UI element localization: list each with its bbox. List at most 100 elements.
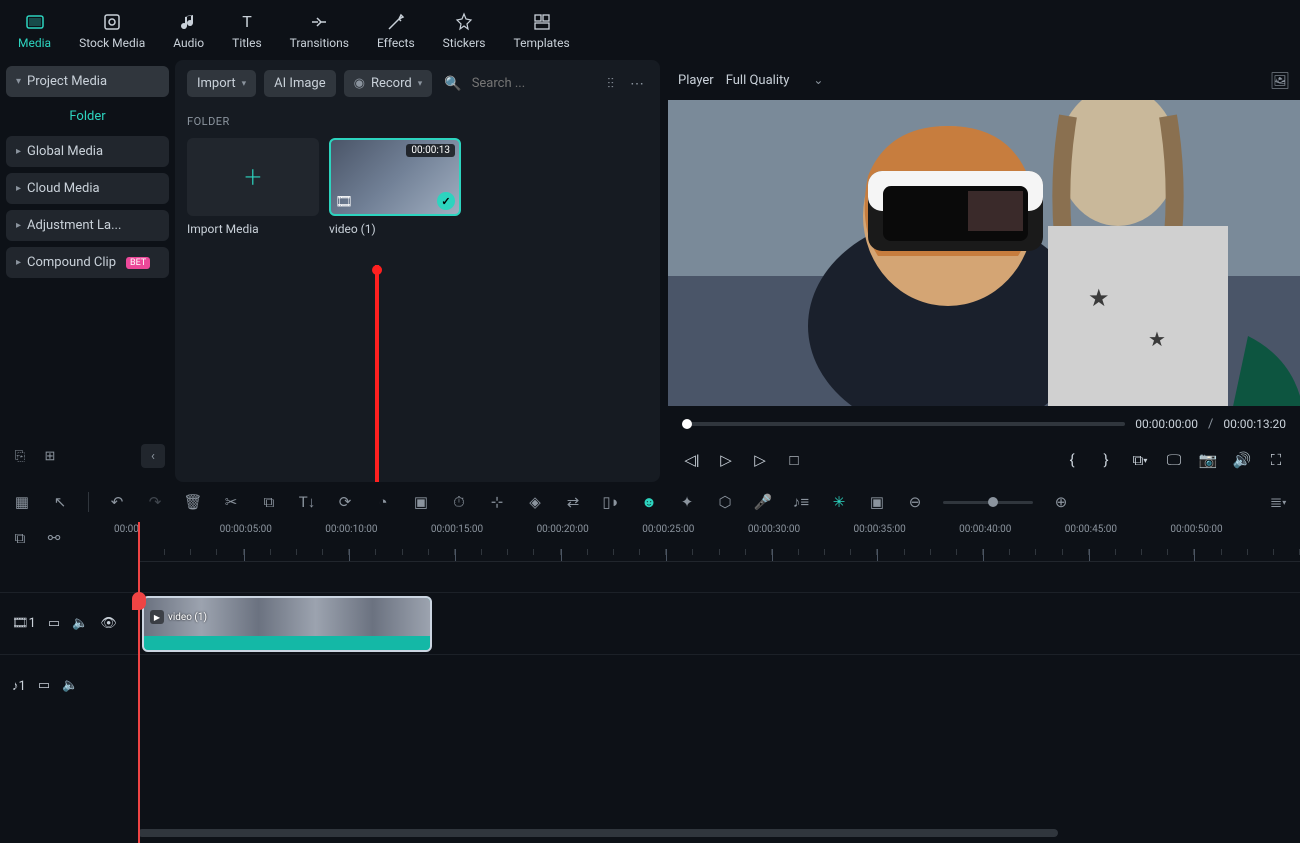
speed-icon[interactable]: ⟳ (335, 492, 355, 512)
media-clip-video-1[interactable]: 00:00:13 🎞 ✓ (329, 138, 461, 216)
tab-media[interactable]: Media (8, 6, 61, 56)
mic-icon[interactable]: 🎤 (753, 492, 773, 512)
sidebar-project-media-label: Project Media (27, 74, 107, 89)
track-mute-icon[interactable]: 🔈 (72, 616, 88, 631)
sidebar: ▾ Project Media Folder Global Media Clou… (0, 60, 175, 482)
sparkle-icon[interactable]: ✦ (677, 492, 697, 512)
chevron-down-icon: ▾ (242, 79, 247, 89)
filter-icon[interactable]: ⫶⫶ (603, 72, 618, 96)
player-progress[interactable] (682, 422, 1125, 426)
current-timecode: 00:00:00:00 (1135, 417, 1198, 431)
sidebar-cloud-media[interactable]: Cloud Media (6, 173, 169, 204)
import-button[interactable]: Import▾ (187, 70, 256, 97)
audio-mix-icon[interactable]: ♪≡ (791, 492, 811, 512)
mark-out-icon[interactable]: } (1096, 450, 1116, 470)
media-clip-label: video (1) (329, 222, 461, 236)
tab-titles[interactable]: T Titles (222, 6, 271, 56)
render-icon[interactable]: ✳ (829, 492, 849, 512)
layout-icon[interactable]: ▦ (12, 492, 32, 512)
marker-icon[interactable]: ⬡ (715, 492, 735, 512)
timeline-ruler[interactable]: 00:0000:00:05:0000:00:10:0000:00:15:0000… (138, 522, 1300, 562)
titles-icon: T (237, 12, 257, 32)
tab-audio[interactable]: Audio (163, 6, 214, 56)
text-tool-icon[interactable]: T↓ (297, 492, 317, 512)
record-button[interactable]: ◉Record▾ (344, 70, 433, 97)
tag-icon[interactable]: ◈ (525, 492, 545, 512)
player-quality-dropdown[interactable]: Full Quality (726, 73, 824, 88)
ai-image-button[interactable]: AI Image (264, 70, 335, 97)
magnet-icon[interactable]: ⧉ (10, 528, 30, 548)
keyframe-icon[interactable]: ▣ (867, 492, 887, 512)
zoom-out-icon[interactable]: ⊖ (905, 492, 925, 512)
collapse-sidebar-button[interactable]: ‹ (141, 444, 165, 468)
prev-frame-icon[interactable]: ◁| (682, 450, 702, 470)
audio-track: ♪1 ▭ 🔈 (0, 654, 1300, 716)
folder-header: FOLDER (187, 115, 648, 128)
search-input[interactable] (472, 76, 592, 91)
trim-icon[interactable]: ⊹ (487, 492, 507, 512)
ai-icon[interactable]: ☻ (639, 492, 659, 512)
zoom-knob[interactable] (988, 497, 998, 507)
link-icon[interactable]: ⚯ (44, 528, 64, 548)
tab-effects[interactable]: Effects (367, 6, 425, 56)
tab-templates[interactable]: Templates (504, 6, 580, 56)
mark-in-icon[interactable]: { (1062, 450, 1082, 470)
camera-icon[interactable]: ▯◗ (601, 492, 621, 512)
tab-transitions-label: Transitions (290, 36, 349, 50)
search-icon[interactable]: 🔍 (440, 72, 465, 96)
import-media-tile[interactable]: + (187, 138, 319, 216)
audio-track-icon[interactable]: ♪1 (12, 678, 26, 694)
timer-icon[interactable]: ⏱ (449, 492, 469, 512)
crop-tool-icon[interactable]: ⧉ (259, 492, 279, 512)
redo-icon[interactable]: ↷ (145, 492, 165, 512)
zoom-slider[interactable] (943, 501, 1033, 504)
new-bin-icon[interactable]: ⊞ (40, 446, 60, 466)
player-viewport[interactable]: ★ ★ (668, 100, 1300, 406)
playhead[interactable] (138, 522, 140, 843)
progress-handle[interactable] (682, 419, 692, 429)
track-view-icon[interactable]: ≣▾ (1268, 492, 1288, 512)
timeline-scrollbar[interactable] (138, 829, 1162, 839)
new-folder-icon[interactable]: ⎘ (10, 446, 30, 466)
more-icon[interactable]: ⋯ (626, 72, 648, 96)
clip-name-label: video (1) (168, 612, 207, 623)
stop-icon[interactable]: □ (784, 450, 804, 470)
sidebar-compound-clip[interactable]: Compound ClipBET (6, 247, 169, 278)
tab-effects-label: Effects (377, 36, 415, 50)
undo-icon[interactable]: ↶ (107, 492, 127, 512)
crop-icon[interactable]: ⧉▾ (1130, 450, 1150, 470)
sidebar-global-media[interactable]: Global Media (6, 136, 169, 167)
audio-mute-icon[interactable]: 🔈 (62, 678, 78, 693)
timeline-toolbar: ▦ ↖ ↶ ↷ 🗑 ✂ ⧉ T↓ ⟳ ◔ ▣ ⏱ ⊹ ◈ ⇄ ▯◗ ☻ ✦ ⬡ … (0, 482, 1300, 522)
delete-icon[interactable]: 🗑 (183, 492, 203, 512)
volume-icon[interactable]: 🔊 (1232, 450, 1252, 470)
track-visibility-icon[interactable]: 👁 (100, 616, 117, 631)
stock-media-icon (102, 12, 122, 32)
player-title: Player (678, 73, 714, 88)
zoom-in-icon[interactable]: ⊕ (1051, 492, 1071, 512)
color-icon[interactable]: ◔ (373, 492, 393, 512)
cut-icon[interactable]: ✂ (221, 492, 241, 512)
sidebar-adjustment-layer[interactable]: Adjustment La... (6, 210, 169, 241)
sidebar-folder-label[interactable]: Folder (6, 103, 169, 130)
fullscreen-icon[interactable]: ⛶ (1266, 450, 1286, 470)
track-folder-icon[interactable]: ▭ (48, 616, 60, 631)
mask-icon[interactable]: ▣ (411, 492, 431, 512)
tab-transitions[interactable]: Transitions (280, 6, 359, 56)
tab-stock-media[interactable]: Stock Media (69, 6, 155, 56)
chevron-down-icon: ▾ (418, 79, 423, 89)
play-next-icon[interactable]: ▷ (716, 450, 736, 470)
display-icon[interactable]: 🖵 (1164, 450, 1184, 470)
snapshot-icon[interactable]: 📷 (1198, 450, 1218, 470)
timeline-clip-video-1[interactable]: ▶ video (1) (142, 596, 432, 652)
play-icon[interactable]: ▷ (750, 450, 770, 470)
stickers-icon (454, 12, 474, 32)
sidebar-project-media[interactable]: ▾ Project Media (6, 66, 169, 97)
select-tool-icon[interactable]: ↖ (50, 492, 70, 512)
gallery-icon[interactable]: 🖼 (1270, 71, 1290, 90)
swap-icon[interactable]: ⇄ (563, 492, 583, 512)
record-dot-icon: ◉ (354, 76, 365, 91)
video-track-icon[interactable]: 🎞1 (12, 616, 36, 631)
audio-folder-icon[interactable]: ▭ (38, 678, 50, 693)
tab-stickers[interactable]: Stickers (433, 6, 496, 56)
